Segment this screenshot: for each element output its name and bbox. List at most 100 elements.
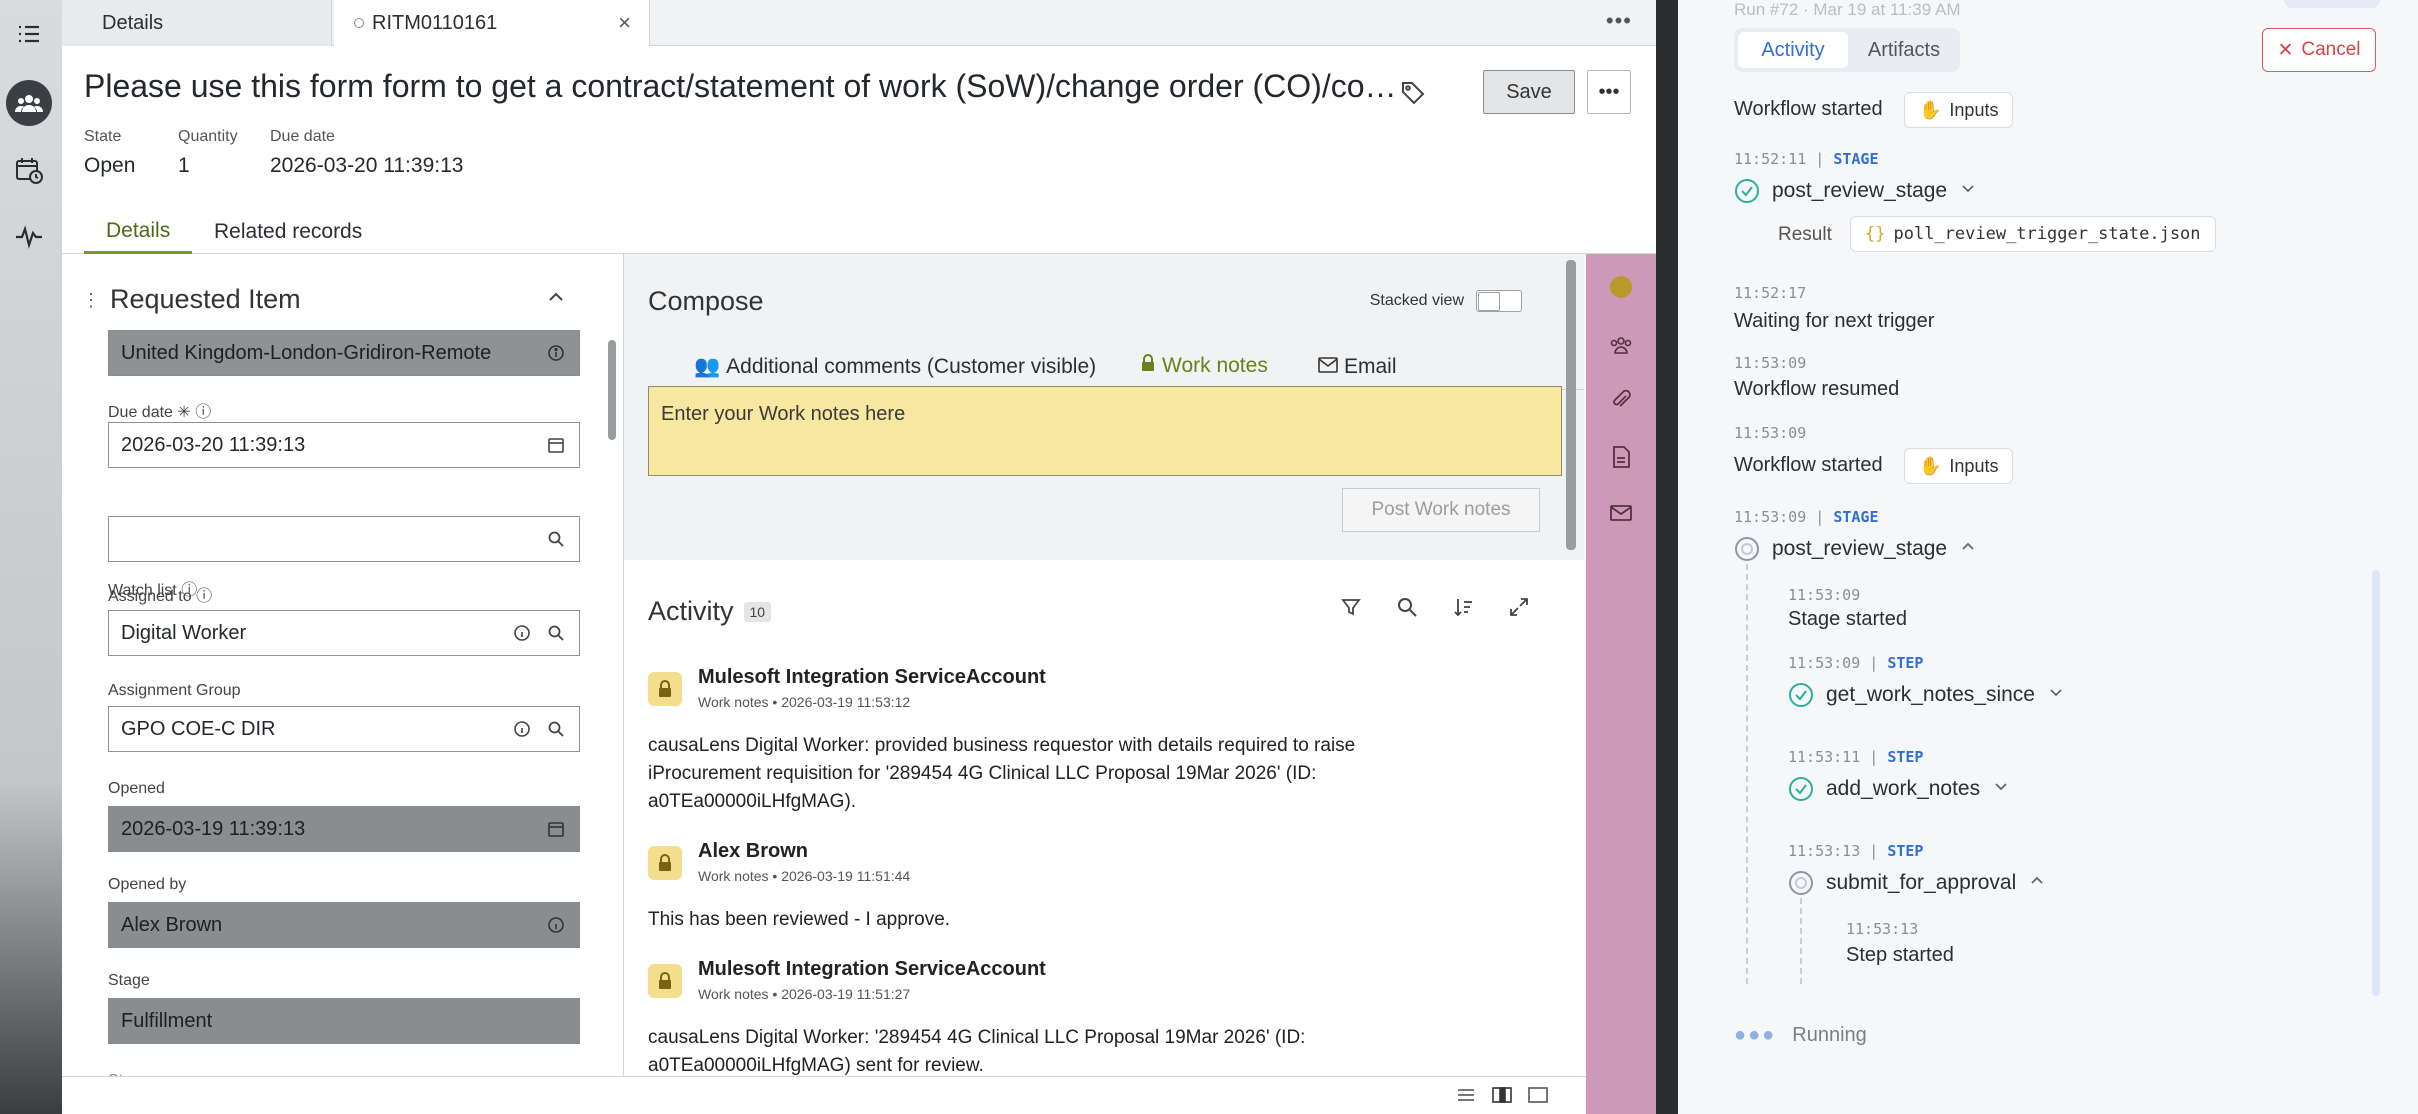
opened-by-field: Alex Brown	[108, 902, 580, 948]
toggle-switch[interactable]	[1476, 290, 1522, 312]
event-waiting: Waiting for next trigger	[1734, 310, 1935, 332]
top-action-button[interactable]	[2284, 0, 2380, 8]
single-layout-icon[interactable]	[1528, 1087, 1550, 1105]
groups-icon[interactable]	[1608, 332, 1634, 358]
assignment-group-input[interactable]: GPO COE-C DIR	[108, 706, 580, 752]
subtab-related-records[interactable]: Related records	[194, 210, 382, 254]
stacked-view-label: Stacked view	[1369, 292, 1464, 309]
stacked-view-toggle[interactable]: Stacked view	[1370, 290, 1522, 312]
tab-email[interactable]: Email	[1318, 344, 1397, 390]
save-button[interactable]: Save	[1483, 70, 1575, 114]
work-notes-input[interactable]: Enter your Work notes here	[648, 386, 1562, 476]
stage-row[interactable]: post_review_stage	[1734, 178, 1977, 204]
step-keyword: STEP	[1887, 842, 1924, 860]
chevron-down-icon[interactable]	[1992, 777, 2010, 801]
document-icon[interactable]	[1608, 444, 1634, 470]
calendar-clock-icon[interactable]	[9, 150, 49, 190]
step-row[interactable]: submit_for_approval	[1788, 870, 2046, 896]
avatar-icon[interactable]	[1608, 274, 1634, 300]
cancel-label: Cancel	[2301, 39, 2361, 60]
stage-row[interactable]: post_review_stage	[1734, 536, 1977, 562]
tab-artifacts[interactable]: Artifacts	[1854, 32, 1954, 68]
entry-author: Alex Brown	[698, 840, 809, 862]
info-icon[interactable]	[513, 624, 533, 644]
due-date-field-label: Due date ✳ ⓘ	[108, 398, 211, 422]
step-keyword: STEP	[1887, 654, 1924, 672]
drag-handle-icon[interactable]: ⋮	[82, 290, 100, 311]
tab-additional-comments[interactable]: 👥 Additional comments (Customer visible)	[694, 344, 1096, 390]
cancel-button[interactable]: ✕ Cancel	[2262, 28, 2376, 72]
chevron-up-icon[interactable]	[1959, 537, 1977, 561]
search-icon[interactable]	[547, 720, 567, 740]
mail-icon[interactable]	[1608, 500, 1634, 526]
groups-icon[interactable]	[6, 80, 52, 126]
step-row[interactable]: add_work_notes	[1788, 776, 2010, 802]
entry-message-line: a0TEa00000iLHfgMAG).	[648, 791, 857, 812]
event-workflow-started: Workflow started	[1734, 454, 1883, 476]
opened-field: 2026-03-19 11:39:13	[108, 806, 580, 852]
entry-author: Mulesoft Integration ServiceAccount	[698, 958, 1046, 980]
watch-list-input[interactable]	[108, 516, 580, 562]
lock-icon	[648, 672, 682, 706]
entry-message-line: iProcurement requisition for '289454 4G …	[648, 763, 1317, 784]
state-label: State	[84, 128, 122, 145]
info-icon[interactable]: ⓘ	[195, 404, 211, 421]
sort-icon[interactable]	[1452, 596, 1478, 622]
entry-meta: Work notes • 2026-03-19 11:51:27	[698, 986, 911, 1002]
due-date-value: 2026-03-20 11:39:13	[270, 154, 464, 177]
menu-icon[interactable]	[9, 14, 49, 54]
stage-name: post_review_stage	[1772, 179, 1948, 202]
assignment-group-label: Assignment Group	[108, 682, 241, 699]
calendar-icon[interactable]	[547, 436, 567, 456]
post-work-notes-button[interactable]: Post Work notes	[1342, 488, 1540, 532]
chevron-up-icon[interactable]	[545, 286, 567, 308]
tag-icon[interactable]	[1400, 80, 1426, 106]
pulse-icon[interactable]	[9, 216, 49, 256]
chevron-down-icon[interactable]	[1959, 179, 1977, 203]
tab-work-notes[interactable]: Work notes	[1120, 344, 1288, 390]
workflow-scrollbar[interactable]	[2372, 570, 2380, 996]
compose-scrollbar[interactable]	[1566, 260, 1576, 550]
tab-additional-comments-label: Additional comments (Customer visible)	[726, 355, 1097, 378]
paperclip-icon[interactable]	[1608, 388, 1634, 414]
assigned-to-input[interactable]: Digital Worker	[108, 610, 580, 656]
inputs-button[interactable]: ✋ Inputs	[1904, 448, 2014, 484]
timestamp-step: 11:53:09 | STEP	[1788, 654, 1924, 672]
inputs-button[interactable]: ✋ Inputs	[1904, 92, 2014, 128]
result-file-button[interactable]: {} poll_review_trigger_state.json	[1850, 216, 2216, 252]
activity-header: Activity 10	[648, 596, 772, 627]
info-icon[interactable]	[547, 916, 567, 936]
check-circle-icon	[1788, 776, 1814, 802]
tab-record[interactable]: RITM0110161 ×	[334, 0, 650, 46]
due-date-label: Due date	[270, 128, 335, 145]
list-layout-icon[interactable]	[1456, 1087, 1478, 1105]
calendar-icon	[547, 820, 567, 840]
tab-activity[interactable]: Activity	[1738, 32, 1848, 68]
info-icon[interactable]	[547, 344, 567, 364]
info-icon[interactable]: ⓘ	[196, 588, 212, 605]
window-divider[interactable]	[1656, 0, 1678, 1114]
due-date-input[interactable]: 2026-03-20 11:39:13	[108, 422, 580, 468]
subtab-details[interactable]: Details	[84, 210, 193, 254]
tab-details[interactable]: Details	[62, 0, 332, 46]
search-icon[interactable]	[547, 624, 567, 644]
search-icon[interactable]	[1396, 596, 1422, 622]
running-dots-icon: ●●●	[1734, 1024, 1777, 1046]
info-icon[interactable]	[513, 720, 533, 740]
search-icon[interactable]	[547, 530, 567, 550]
running-status: ●●● Running	[1734, 1024, 1867, 1047]
split-layout-icon[interactable]	[1492, 1087, 1514, 1105]
expand-icon[interactable]	[1508, 596, 1534, 622]
entry-message-line: causaLens Digital Worker: provided busin…	[648, 735, 1356, 756]
filter-icon[interactable]	[1340, 596, 1366, 622]
close-icon[interactable]: ×	[618, 10, 631, 36]
chevron-up-icon[interactable]	[2028, 871, 2046, 895]
more-tabs-icon[interactable]: •••	[1606, 8, 1632, 34]
panel-tabs: Activity Artifacts	[1734, 28, 1960, 72]
more-actions-button[interactable]: •••	[1587, 70, 1631, 114]
form-scrollbar[interactable]	[608, 340, 616, 440]
chevron-down-icon[interactable]	[2047, 683, 2065, 707]
assigned-to-label: Assigned to ⓘ	[108, 582, 212, 606]
step-row[interactable]: get_work_notes_since	[1788, 682, 2065, 708]
entry-meta: Work notes • 2026-03-19 11:51:44	[698, 868, 911, 884]
